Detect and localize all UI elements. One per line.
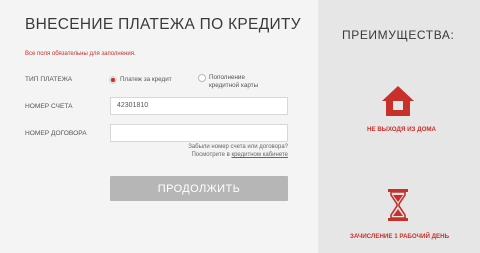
credit-cabinet-link[interactable]: кредитном кабинете (231, 152, 288, 158)
payment-radio-card[interactable] (198, 74, 206, 82)
advantage-label-transfer: ЗАЧИСЛЕНИЕ 1 РАБОЧИЙ ДЕНЬ (350, 233, 450, 240)
contract-number-input[interactable] (110, 124, 288, 142)
payment-option-card-label[interactable]: Пополнение кредитной карты (209, 74, 258, 90)
payment-type-label: ТИП ПЛАТЕЖА (25, 76, 73, 83)
advantage-label-home: НЕ ВЫХОДЯ ИЗ ДОМА (367, 126, 436, 133)
advantages-title: ПРЕИМУЩЕСТВА: (342, 28, 455, 42)
hourglass-icon (388, 189, 408, 221)
payment-form: ВНЕСЕНИЕ ПЛАТЕЖА ПО КРЕДИТУ Все поля обя… (0, 0, 318, 253)
house-icon (382, 86, 414, 116)
payment-radio-credit[interactable] (109, 76, 117, 84)
help-cabinet-prefix: Посмотрите в (191, 152, 232, 158)
account-number-label: НОМЕР СЧЕТА (25, 103, 73, 110)
forgot-number-text: Забыли номер счета или договора? (188, 144, 288, 150)
continue-button[interactable]: ПРОДОЛЖИТЬ (110, 176, 288, 201)
payment-option-credit-label[interactable]: Платеж за кредит (120, 76, 172, 84)
account-number-input[interactable]: 42301810 (110, 97, 288, 115)
required-note: Все поля обязательны для заполнения. (25, 51, 136, 57)
contract-number-label: НОМЕР ДОГОВОРА (25, 130, 87, 137)
help-cabinet-text: Посмотрите в кредитном кабинете (191, 152, 288, 158)
page-title: ВНЕСЕНИЕ ПЛАТЕЖА ПО КРЕДИТУ (25, 16, 301, 33)
